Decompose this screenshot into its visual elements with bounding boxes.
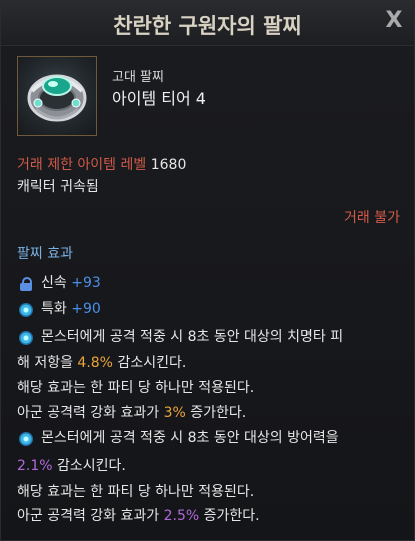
item-tier: 아이템 티어 4	[112, 89, 206, 108]
effect1-line2: 해 저항을 4.8% 감소시킨다.	[17, 353, 186, 373]
stat-row-specialization: 특화 +90	[41, 299, 101, 319]
effect2-line3: 해당 효과는 한 파티 당 하나만 적용된다.	[17, 484, 255, 500]
stat-name: 특화	[41, 301, 67, 317]
effect2-line2: 2.1% 감소시킨다.	[17, 456, 126, 476]
lock-icon	[19, 277, 33, 291]
effect-text: 감소시킨다.	[113, 355, 187, 371]
effect1-line1: 몬스터에게 공격 적중 시 8초 동안 대상의 치명타 피	[41, 329, 344, 345]
effect-text: 감소시킨다.	[52, 458, 126, 474]
item-icon-frame	[17, 56, 97, 136]
effect-text: 아군 공격력 강화 효과가	[17, 405, 164, 421]
effect-text: 해 저항을	[17, 355, 78, 371]
effect-value: 2.1%	[17, 458, 53, 474]
title-bar: 찬란한 구원자의 팔찌 X	[1, 1, 414, 46]
effect-value: 2.5%	[163, 508, 200, 524]
trade-status: 거래 불가	[344, 210, 400, 226]
effects-header: 팔찌 효과	[17, 246, 73, 262]
gem-icon	[19, 303, 33, 317]
effect1-line3: 해당 효과는 한 파티 당 하나만 적용된다.	[17, 380, 255, 396]
trade-level-label: 거래 제한 아이템 레벨	[17, 157, 147, 173]
stat-value: +93	[71, 275, 101, 291]
close-button[interactable]: X	[382, 9, 406, 33]
bracelet-icon	[27, 74, 87, 122]
item-title: 찬란한 구원자의 팔찌	[113, 14, 302, 38]
item-header: 고대 팔찌 아이템 티어 4	[1, 46, 414, 138]
gem-icon	[19, 432, 33, 446]
effect-text: 증가한다.	[185, 405, 247, 421]
binding-status: 캐릭터 귀속됨	[17, 179, 99, 195]
trade-level-value: 1680	[150, 157, 187, 173]
trade-level-row: 거래 제한 아이템 레벨 1680	[17, 155, 186, 175]
stat-value: +90	[71, 301, 101, 317]
item-grade: 고대 팔찌	[112, 70, 164, 85]
effect1-line4: 아군 공격력 강화 효과가 3% 증가한다.	[17, 403, 246, 423]
stat-name: 신속	[41, 275, 67, 291]
effect-value: 4.8%	[77, 355, 113, 371]
effect-value: 3%	[163, 405, 186, 421]
effect-text: 아군 공격력 강화 효과가	[17, 508, 164, 524]
effect-text: 증가한다.	[199, 508, 260, 524]
gem-icon	[19, 331, 33, 345]
effect2-line1: 몬스터에게 공격 적중 시 8초 동안 대상의 방어력을	[41, 430, 339, 446]
effect2-line4: 아군 공격력 강화 효과가 2.5% 증가한다.	[17, 506, 260, 526]
stat-row-swiftness: 신속 +93	[41, 273, 101, 293]
item-tooltip: 찬란한 구원자의 팔찌 X 고대 팔찌 아이템 티어 4 거래 제한 아이템 레…	[0, 0, 415, 541]
